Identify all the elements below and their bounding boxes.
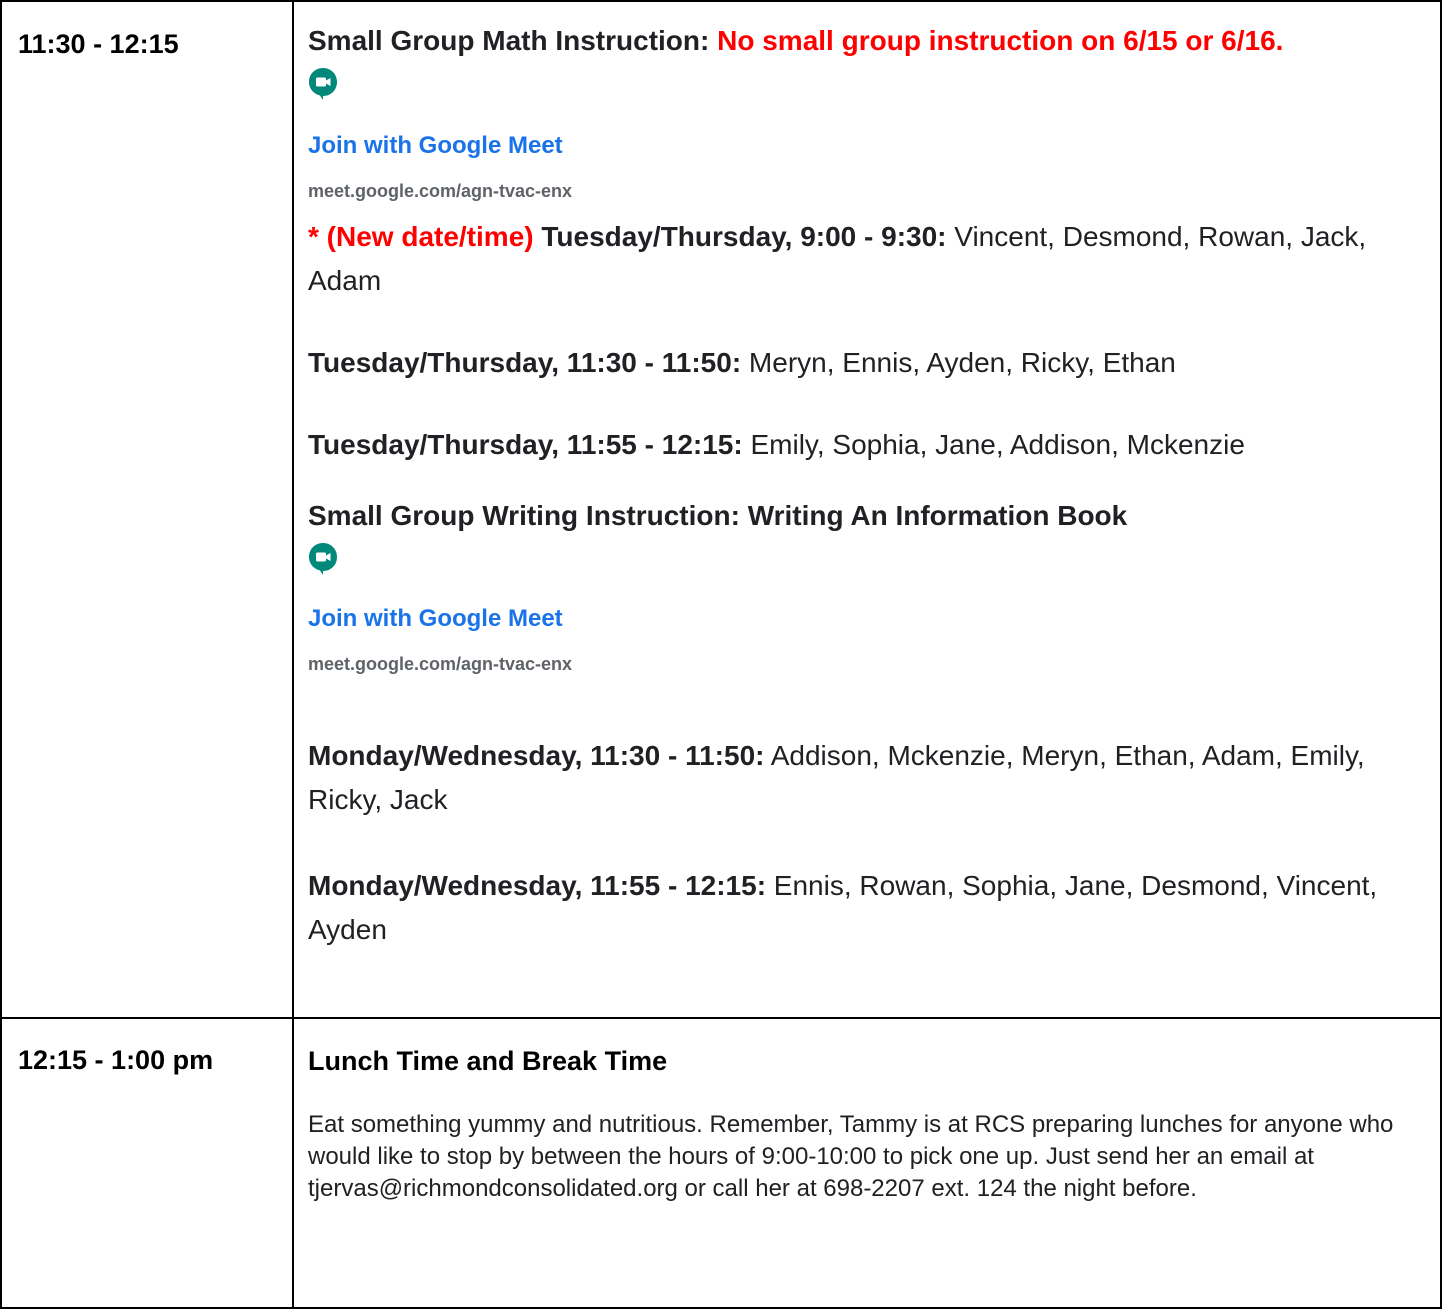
activity-cell: Lunch Time and Break Time Eat something … <box>292 1017 1442 1309</box>
group-entry: Monday/Wednesday, 11:55 - 12:15: Ennis, … <box>308 864 1430 952</box>
time-cell: 12:15 - 1:00 pm <box>0 1017 294 1309</box>
time-label: 12:15 - 1:00 pm <box>18 1045 214 1075</box>
schedule-table: 11:30 - 12:15 Small Group Math Instructi… <box>0 0 1442 1309</box>
group-students: Meryn, Ennis, Ayden, Ricky, Ethan <box>741 347 1176 378</box>
meet-url: meet.google.com/agn-tvac-enx <box>308 181 573 201</box>
math-heading: Small Group Math Instruction: No small g… <box>308 23 1430 59</box>
writing-heading: Small Group Writing Instruction: Writing… <box>308 500 1128 531</box>
time-cell: 11:30 - 12:15 <box>0 0 294 1019</box>
group-days: Tuesday/Thursday, 11:30 - 11:50: <box>308 347 742 378</box>
group-students: Emily, Sophia, Jane, Addison, Mckenzie <box>742 429 1245 460</box>
group-entry: Monday/Wednesday, 11:30 - 11:50: Addison… <box>308 734 1430 822</box>
google-meet-icon[interactable] <box>308 542 338 582</box>
lunch-heading: Lunch Time and Break Time <box>308 1046 668 1076</box>
join-meet-link[interactable]: Join with Google Meet <box>308 604 1430 634</box>
meet-url: meet.google.com/agn-tvac-enx <box>308 654 573 674</box>
math-notice: No small group instruction on 6/15 or 6/… <box>717 25 1284 56</box>
group-days: Tuesday/Thursday, 9:00 - 9:30: <box>541 221 947 252</box>
lunch-description: Eat something yummy and nutritious. Reme… <box>308 1111 1394 1202</box>
group-entry: Tuesday/Thursday, 11:55 - 12:15: Emily, … <box>308 423 1430 467</box>
group-note: * (New date/time) <box>308 221 542 252</box>
group-days: Monday/Wednesday, 11:55 - 12:15: <box>308 870 767 901</box>
activity-cell: Small Group Math Instruction: No small g… <box>292 0 1442 1019</box>
join-meet-link[interactable]: Join with Google Meet <box>308 131 1430 161</box>
group-days: Monday/Wednesday, 11:30 - 11:50: <box>308 740 765 771</box>
math-title: Small Group Math Instruction: <box>308 25 718 56</box>
group-days: Tuesday/Thursday, 11:55 - 12:15: <box>308 429 743 460</box>
schedule-row: 11:30 - 12:15 Small Group Math Instructi… <box>0 0 1442 1019</box>
group-entry: Tuesday/Thursday, 11:30 - 11:50: Meryn, … <box>308 341 1430 385</box>
time-label: 11:30 - 12:15 <box>18 29 179 59</box>
google-meet-icon[interactable] <box>308 67 338 107</box>
group-entry: * (New date/time) Tuesday/Thursday, 9:00… <box>308 215 1430 303</box>
schedule-row: 12:15 - 1:00 pm Lunch Time and Break Tim… <box>0 1017 1442 1309</box>
